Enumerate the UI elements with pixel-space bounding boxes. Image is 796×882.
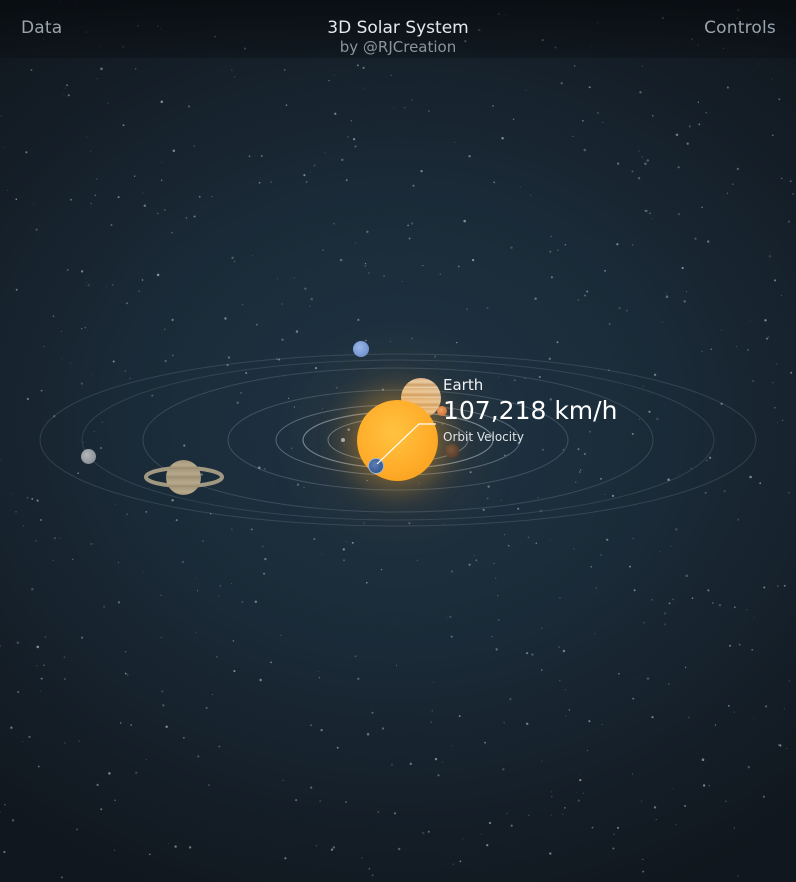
page-title: 3D Solar System	[327, 18, 469, 38]
title-block: 3D Solar System by @RJCreation	[0, 18, 796, 56]
author-credit: by @RJCreation	[339, 38, 457, 56]
orbit-velocity-value: 107,218 km/h	[443, 396, 618, 425]
controls-menu-button[interactable]: Controls	[704, 18, 776, 38]
orbit-velocity-label: Orbit Velocity	[443, 430, 524, 444]
selected-planet-name: Earth	[443, 376, 484, 394]
solar-system-canvas[interactable]: Earth 107,218 km/h Orbit Velocity Data 3…	[0, 0, 796, 882]
label-pointer	[376, 423, 436, 465]
top-bar: Data 3D Solar System by @RJCreation Cont…	[0, 0, 796, 58]
